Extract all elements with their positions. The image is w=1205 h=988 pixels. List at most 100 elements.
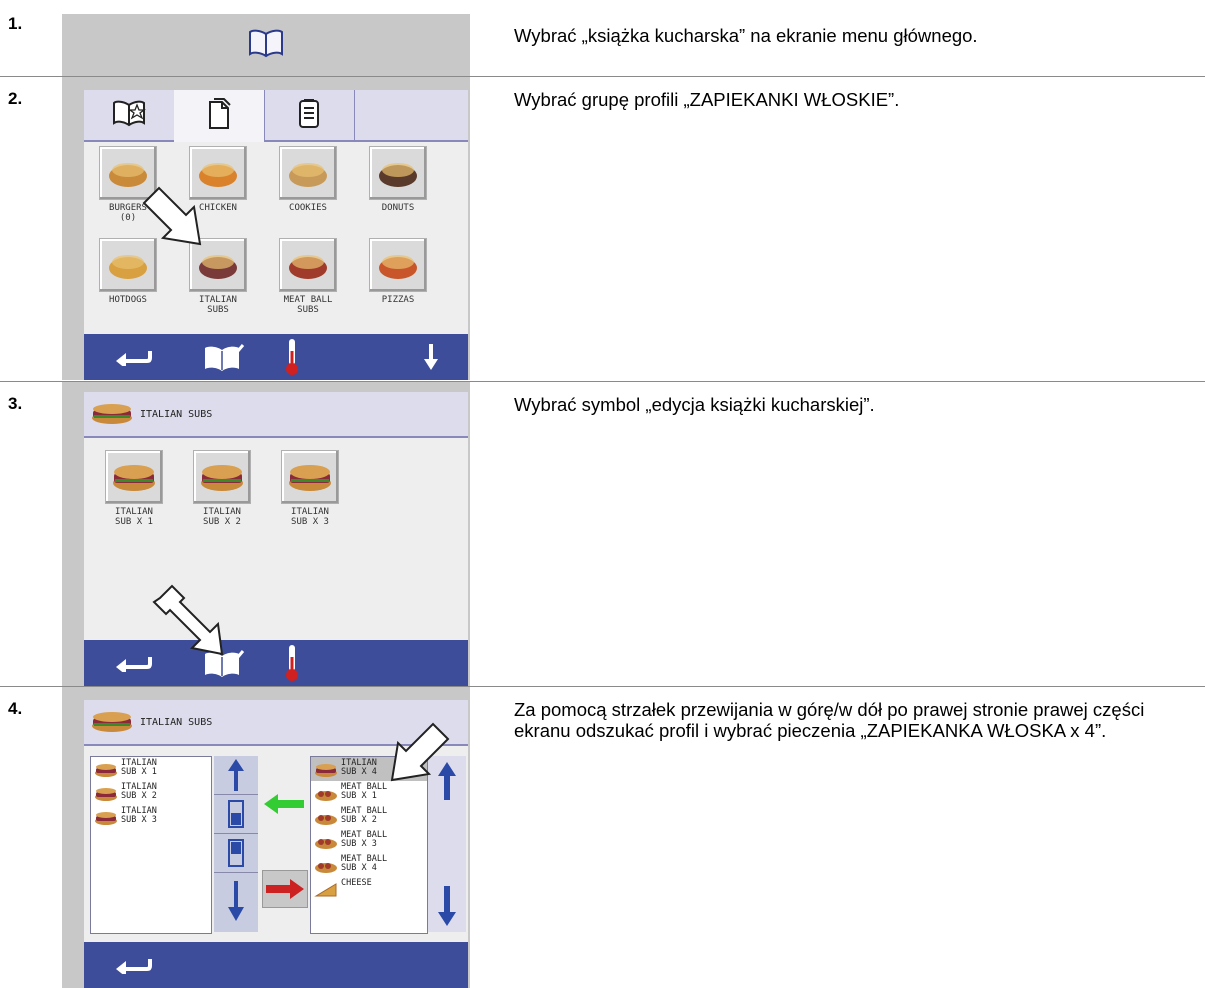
list-item-label: MEAT BALL SUB X 3 [341,830,388,849]
profile-label: ITALIAN SUB X 1 [115,507,153,527]
left-scroll-column [214,756,258,932]
profile-label: ITALIAN SUB X 3 [291,507,329,527]
thermometer-icon[interactable] [284,337,300,380]
italian-sub-icon [193,450,251,504]
scroll-down-arrow-icon[interactable] [424,344,438,374]
meatball-sub-icon [314,810,338,829]
tab-notepad[interactable] [264,90,355,140]
italian-sub-icon [105,450,163,504]
cookbook-pages-icon [206,98,232,134]
italian-sub-icon [281,450,339,504]
profile-group-label: COOKIES [289,203,327,213]
list-item-label: ITALIAN SUB X 2 [121,782,157,801]
favorites-book-icon [112,99,146,131]
step-2-row: 2. BURGERS (0) CHICKEN COOKIES DONUTS HOTDOG… [0,77,1205,381]
list-item[interactable]: ITALIAN SUB X 1 [91,757,211,781]
list-item-label: CHEESE [341,878,372,888]
step-4-row: 4. ITALIAN SUBS ITALIAN SUB X 1 ITALIAN S… [0,687,1205,988]
step-description: Wybrać symbol „edycja książki kucharskie… [514,394,875,415]
list-item[interactable]: ITALIAN SUB X 2 [91,781,211,805]
remove-from-group-button[interactable] [262,870,308,908]
pizza-icon [314,882,338,901]
pizza-icon [369,238,427,292]
list-item-label: MEAT BALL SUB X 2 [341,806,388,825]
pointer-arrow-icon [142,186,202,246]
list-item-label: ITALIAN SUB X 1 [121,758,157,777]
profile-group-tile[interactable]: DONUTS [362,146,434,213]
pointer-arrow-icon [390,722,450,782]
cookbook-screen [62,14,470,76]
profile-group-label: HOTDOGS [109,295,147,305]
donuts-icon [369,146,427,200]
add-to-group-button[interactable] [262,786,306,822]
profile-group-label: DONUTS [381,203,415,213]
step-number: 1. [8,14,23,33]
tab-favorites[interactable] [84,90,175,140]
group-profile-list[interactable]: ITALIAN SUB X 1 ITALIAN SUB X 2 ITALIAN SU… [90,756,212,934]
italian-sub-icon [94,762,118,781]
step-description: Wybrać „książka kucharska” na ekranie me… [514,25,978,46]
profile-label: ITALIAN SUB X 2 [203,507,241,527]
profile-group-tile[interactable]: PIZZAS [362,238,434,305]
list-item-label: ITALIAN SUB X 4 [341,758,377,777]
step-1-row: 1. Wybrać „książka kucharska” na ekranie… [0,0,1205,76]
list-item-label: MEAT BALL SUB X 4 [341,854,388,873]
list-item-label: ITALIAN SUB X 3 [121,806,157,825]
tab-cookbook-pages[interactable] [174,90,265,142]
italian-subs-screen: ITALIAN SUBS ITALIAN SUB X 1 ITALIAN SUB … [84,392,468,686]
italian-sub-icon [90,402,134,429]
profile-group-tile[interactable]: COOKIES [272,146,344,213]
profile-group-tile[interactable]: MEAT BALL SUBS [272,238,344,315]
pointer-arrow-icon [152,584,224,656]
bottom-toolbar [84,640,468,686]
list-item[interactable]: MEAT BALL SUB X 4 [311,853,427,877]
cookbook-edit-screen: ITALIAN SUBS ITALIAN SUB X 1 ITALIAN SUB … [84,700,468,988]
list-item[interactable]: MEAT BALL SUB X 2 [311,805,427,829]
cookbook-groups-screen: BURGERS (0) CHICKEN COOKIES DONUTS HOTDOGS IT… [84,90,468,380]
list-item[interactable]: ITALIAN SUB X 3 [91,805,211,829]
italian-sub-icon [90,710,134,737]
back-arrow-icon[interactable] [114,348,154,370]
step-number: 3. [8,394,23,413]
profile-group-label: PIZZAS [381,295,415,305]
bottom-toolbar [84,942,468,988]
scroll-down-arrow-icon[interactable] [438,886,456,930]
group-title: ITALIAN SUBS [140,409,213,420]
list-item[interactable]: CHEESE [311,877,427,901]
open-book-icon[interactable] [248,28,284,63]
group-header: ITALIAN SUBS [84,392,468,438]
profile-group-label: ITALIAN SUBS [199,295,237,315]
screen-frame: ITALIAN SUBS ITALIAN SUB X 1 ITALIAN SUB … [62,382,470,686]
screen-frame: ITALIAN SUBS ITALIAN SUB X 1 ITALIAN SUB … [62,687,470,988]
bottom-toolbar [84,334,468,380]
screen-frame: BURGERS (0) CHICKEN COOKIES DONUTS HOTDOGS IT… [62,77,470,380]
list-item[interactable]: MEAT BALL SUB X 3 [311,829,427,853]
meatball-sub-icon [314,786,338,805]
italian-sub-icon [314,762,338,781]
profile-tile[interactable]: ITALIAN SUB X 1 [98,450,170,527]
meatball-sub-icon [279,238,337,292]
scroll-down-button[interactable] [214,873,258,929]
page-up-button[interactable] [214,795,258,834]
step-description: Za pomocą strzałek przewijania w górę/w … [514,699,1145,741]
thermometer-icon[interactable] [284,643,300,686]
step-number: 4. [8,699,23,718]
step-number: 2. [8,89,23,108]
italian-sub-icon [94,786,118,805]
scroll-up-button[interactable] [214,756,258,795]
back-arrow-icon[interactable] [114,654,154,676]
step-description: Wybrać grupę profili „ZAPIEKANKI WŁOSKIE… [514,89,900,110]
cookies-icon [279,146,337,200]
page-down-button[interactable] [214,834,258,873]
cookbook-edit-icon[interactable] [202,342,246,376]
italian-sub-icon [94,810,118,829]
back-arrow-icon[interactable] [114,956,154,978]
profile-group-label: MEAT BALL SUBS [283,295,333,315]
step-3-row: 3. ITALIAN SUBS ITALIAN SUB X 1 ITALIAN S… [0,382,1205,686]
notepad-icon [297,97,321,133]
group-title: ITALIAN SUBS [140,717,213,728]
meatball-sub-icon [314,834,338,853]
tab-bar [84,90,468,142]
profile-tile[interactable]: ITALIAN SUB X 2 [186,450,258,527]
profile-tile[interactable]: ITALIAN SUB X 3 [274,450,346,527]
